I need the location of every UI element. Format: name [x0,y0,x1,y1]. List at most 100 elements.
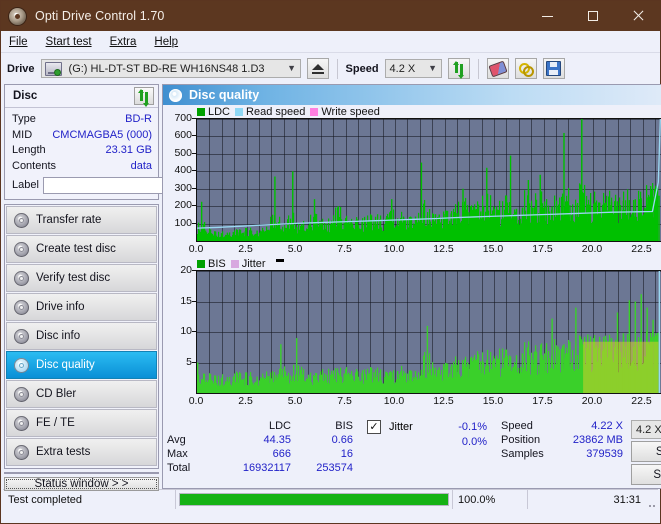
keys-button[interactable] [515,58,537,79]
sidebar-item-label: CD Bler [36,388,76,400]
sidebar-item-verify-test-disc[interactable]: Verify test disc [6,264,157,292]
ldc-plot-area: 100200300400500600700 2 X4 X6 X8 X10 X12… [165,118,661,242]
chevron-down-icon: ▼ [284,60,300,77]
minimize-button[interactable] [525,1,570,31]
disc-row-length: Length 23.31 GB [12,143,152,159]
disc-icon [14,300,29,315]
progress-cell [176,490,453,509]
legend-entry-write-speed: Write speed [310,106,380,118]
jitter-max-value: 0.0% [443,436,487,448]
speed-info-value: 4.22 X [557,420,623,432]
erase-button[interactable] [487,58,509,79]
start-part-button[interactable]: Start part [631,464,661,485]
speed-info-label: Speed [501,420,557,432]
disc-row-value: BD-R [125,112,152,128]
start-full-button[interactable]: Start full [631,441,661,462]
save-button[interactable] [543,58,565,79]
sidebar-item-cd-bler[interactable]: CD Bler [6,380,157,408]
legend-label: Read speed [246,106,305,118]
keys-icon [519,63,533,75]
disc-icon [14,387,29,402]
sidebar-item-drive-info[interactable]: Drive info [6,293,157,321]
stats-avg-bis: 0.66 [291,434,353,446]
menu-extra-label: Extra [110,36,137,48]
title-bar: Opti Drive Control 1.70 [1,1,660,31]
sidebar-item-create-test-disc[interactable]: Create test disc [6,235,157,263]
legend-swatch-icon [197,108,205,116]
disc-panel-header: Disc [5,85,158,108]
maximize-button[interactable] [570,1,615,31]
disc-icon [14,242,29,257]
toolbar-divider-1 [337,59,338,79]
menu-help[interactable]: Help [154,36,178,48]
x-tick-label: 7.5 [337,395,352,407]
page-title: Disc quality [189,88,259,102]
legend-swatch-icon [235,108,243,116]
run-info: Speed 4.22 X Position 23862 MB Samples 3… [501,420,623,460]
status-window-button[interactable]: Status window > > [4,477,159,491]
bis-x-axis: 0.02.55.07.510.012.515.017.520.022.525.0… [196,394,661,409]
test-actions: 4.2 X ▼ Start full Start part [631,420,661,485]
refresh-icon [137,90,151,103]
speed-select[interactable]: 4.2 X ▼ [385,59,442,78]
legend-entry-read-speed: Read speed [235,106,305,118]
main-area: Disc Type BD-R MID CMCMAGBA5 (000) [1,84,660,489]
progress-bar [179,493,449,506]
sidebar-item-fe-te[interactable]: FE / TE [6,409,157,437]
sidebar-item-disc-quality[interactable]: Disc quality [6,351,157,379]
disc-icon [14,271,29,286]
x-tick-label: 15.0 [483,243,503,255]
x-tick-label: 2.5 [238,243,253,255]
y-tick-label: 400 [174,164,192,176]
stats-row-label-avg: Avg [167,434,213,446]
menu-help-label: Help [154,36,178,48]
disc-row-key: Type [12,112,36,128]
test-speed-select[interactable]: 4.2 X ▼ [631,420,661,439]
ldc-chart-legend: LDC Read speed Write speed [165,105,661,118]
sidebar-item-label: Verify test disc [36,272,110,284]
bis-y-axis-left: 5101520 [165,270,196,394]
menu-start-test[interactable]: Start test [46,36,92,48]
ldc-plot[interactable] [196,118,661,242]
toolbar-divider-2 [478,59,479,79]
position-label: Position [501,434,557,446]
sidebar-item-disc-info[interactable]: Disc info [6,322,157,350]
disc-quality-panel: Disc quality LDC Read speed [162,84,661,489]
disc-icon [14,213,29,228]
jitter-label: Jitter [389,421,443,433]
disc-row-key: MID [12,128,32,144]
disc-refresh-button[interactable] [134,87,154,105]
bis-plot[interactable] [196,270,661,394]
disc-icon [14,445,29,460]
stats-max-ldc: 666 [213,448,291,460]
jitter-checkbox[interactable]: ✓ [367,420,381,434]
sidebar-item-label: Extra tests [36,446,90,458]
drive-select[interactable]: (G:) HL-DT-ST BD-RE WH16NS48 1.D3 ▼ [41,59,301,78]
menu-file-label: File [9,36,28,48]
y-tick-label: 700 [174,112,192,124]
app-disc-icon [9,8,26,25]
refresh-button[interactable] [448,58,470,79]
close-button[interactable] [615,1,660,31]
application-window: Opti Drive Control 1.70 File Start test … [0,0,661,524]
disc-panel: Disc Type BD-R MID CMCMAGBA5 (000) [4,84,159,200]
eject-button[interactable] [307,58,329,79]
sidebar-item-transfer-rate[interactable]: Transfer rate [6,206,157,234]
disc-row-contents: Contents data [12,159,152,175]
status-bar: Test completed 100.0% 31:31 [3,489,658,509]
statistics-panel: LDC BIS Avg 44.35 0.66 Max 666 16 Total … [163,416,661,488]
disc-label-key: Label [12,179,39,191]
stats-row-label-total: Total [167,462,213,474]
minimize-icon [542,16,553,17]
menu-extra[interactable]: Extra [110,36,137,48]
drive-icon [45,62,62,76]
legend-entry-bis: BIS [197,258,226,270]
chart-series-svg [197,271,661,393]
status-message: Test completed [3,490,176,509]
chevron-down-icon: ▼ [425,60,441,77]
sidebar-item-extra-tests[interactable]: Extra tests [6,438,157,466]
resize-grip-icon[interactable] [646,490,658,509]
window-controls [525,1,660,31]
menu-file[interactable]: File [9,36,28,48]
legend-label: LDC [208,106,230,118]
